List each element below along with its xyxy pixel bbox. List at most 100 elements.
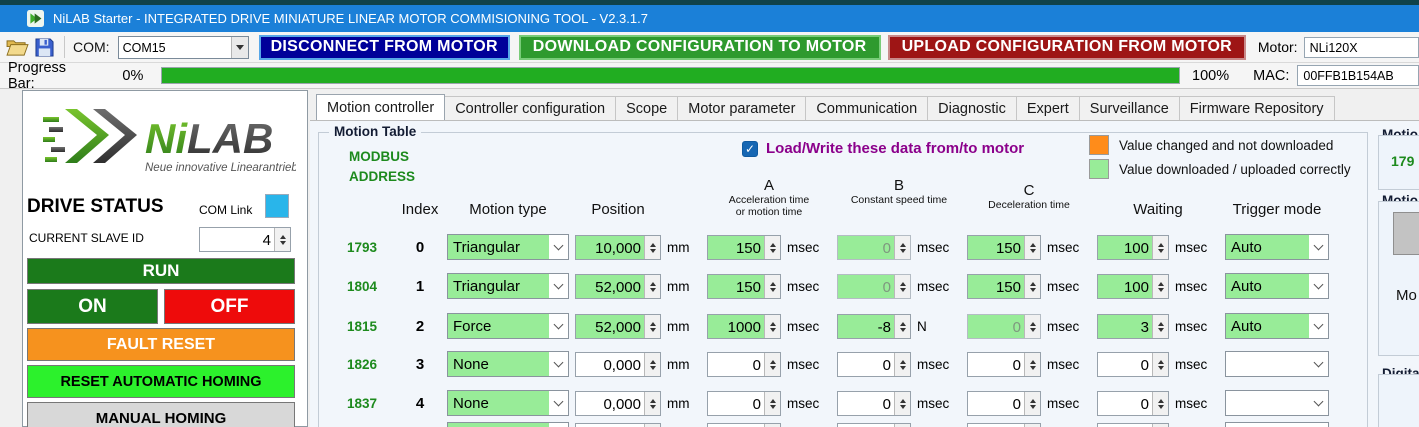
spinner-buttons[interactable] bbox=[644, 236, 660, 259]
deceleration-time-stepper[interactable]: 0 bbox=[967, 352, 1041, 377]
side-panel-2-button[interactable] bbox=[1393, 212, 1419, 255]
tab-communication[interactable]: Communication bbox=[806, 96, 928, 121]
constant-speed-time-stepper[interactable]: 0 bbox=[837, 391, 911, 416]
spinner-buttons[interactable] bbox=[644, 315, 660, 338]
side-panel-2-text: Mo bbox=[1396, 287, 1417, 304]
position-stepper[interactable]: 0,000 bbox=[575, 352, 661, 377]
progress-start-percent: 0% bbox=[122, 68, 143, 84]
motion-type-select[interactable] bbox=[447, 422, 569, 427]
waiting-stepper[interactable]: 0 bbox=[1097, 391, 1169, 416]
position-stepper[interactable]: 52,000 bbox=[575, 274, 661, 299]
spinner-buttons[interactable] bbox=[274, 228, 290, 251]
spinner-buttons[interactable] bbox=[1024, 353, 1040, 376]
deceleration-time-stepper[interactable]: 150 bbox=[967, 235, 1041, 260]
com-port-select[interactable]: COM15 bbox=[118, 36, 249, 59]
spinner-buttons[interactable] bbox=[894, 315, 910, 338]
constant-speed-time-stepper[interactable]: -8 bbox=[837, 314, 911, 339]
spinner-buttons[interactable] bbox=[644, 275, 660, 298]
position-stepper[interactable]: 52,000 bbox=[575, 314, 661, 339]
position-stepper[interactable]: 0,000 bbox=[575, 391, 661, 416]
tab-surveillance[interactable]: Surveillance bbox=[1080, 96, 1180, 121]
motion-type-select[interactable]: Triangular bbox=[447, 234, 569, 260]
chevron-down-icon[interactable] bbox=[231, 37, 248, 58]
spinner-buttons[interactable] bbox=[1024, 275, 1040, 298]
open-file-icon[interactable] bbox=[6, 38, 29, 57]
deceleration-time-stepper[interactable]: 0 bbox=[967, 391, 1041, 416]
tab-expert[interactable]: Expert bbox=[1017, 96, 1080, 121]
spinner-buttons[interactable] bbox=[764, 392, 780, 415]
spinner-buttons[interactable] bbox=[1152, 392, 1168, 415]
spinner-buttons[interactable] bbox=[894, 236, 910, 259]
acceleration-time-stepper[interactable]: 150 bbox=[707, 235, 781, 260]
acceleration-time-stepper[interactable] bbox=[707, 423, 781, 427]
motion-type-select[interactable]: None bbox=[447, 390, 569, 416]
spinner-buttons[interactable] bbox=[764, 353, 780, 376]
constant-speed-time-stepper[interactable]: 0 bbox=[837, 274, 911, 299]
tab-diagnostic[interactable]: Diagnostic bbox=[928, 96, 1017, 121]
spinner-buttons[interactable] bbox=[1024, 392, 1040, 415]
fault-reset-button[interactable]: FAULT RESET bbox=[27, 328, 295, 361]
trigger-mode-select[interactable] bbox=[1225, 422, 1329, 427]
manual-homing-button[interactable]: MANUAL HOMING bbox=[27, 402, 295, 427]
motion-type-select[interactable]: None bbox=[447, 351, 569, 377]
spinner-buttons[interactable] bbox=[894, 392, 910, 415]
on-button[interactable]: ON bbox=[27, 289, 158, 324]
trigger-mode-select[interactable]: Auto bbox=[1225, 234, 1329, 260]
acceleration-time-stepper[interactable]: 0 bbox=[707, 352, 781, 377]
waiting-stepper[interactable]: 100 bbox=[1097, 235, 1169, 260]
acceleration-time-stepper[interactable]: 1000 bbox=[707, 314, 781, 339]
waiting-stepper[interactable]: 100 bbox=[1097, 274, 1169, 299]
tab-motion-controller[interactable]: Motion controller bbox=[316, 94, 445, 121]
spinner-buttons[interactable] bbox=[1152, 236, 1168, 259]
constant-speed-time-stepper[interactable] bbox=[837, 423, 911, 427]
upload-configuration-button[interactable]: UPLOAD CONFIGURATION FROM MOTOR bbox=[888, 35, 1246, 60]
acceleration-time-stepper[interactable]: 0 bbox=[707, 391, 781, 416]
spinner-buttons[interactable] bbox=[644, 353, 660, 376]
current-slave-id-stepper[interactable]: 4 bbox=[199, 227, 291, 252]
spinner-buttons[interactable] bbox=[894, 353, 910, 376]
spinner-buttons[interactable] bbox=[1152, 315, 1168, 338]
trigger-mode-select[interactable] bbox=[1225, 351, 1329, 377]
com-link-indicator bbox=[265, 194, 289, 218]
waiting-stepper[interactable]: 0 bbox=[1097, 352, 1169, 377]
spinner-buttons[interactable] bbox=[764, 236, 780, 259]
motion-type-select[interactable]: Triangular bbox=[447, 273, 569, 299]
deceleration-time-stepper[interactable]: 150 bbox=[967, 274, 1041, 299]
position-stepper[interactable] bbox=[575, 423, 661, 427]
tab-motor-parameter[interactable]: Motor parameter bbox=[678, 96, 806, 121]
motor-field[interactable]: NLi120X bbox=[1304, 37, 1419, 58]
deceleration-time-stepper[interactable] bbox=[967, 423, 1041, 427]
deceleration-time-stepper[interactable]: 0 bbox=[967, 314, 1041, 339]
tab-firmware-repository[interactable]: Firmware Repository bbox=[1180, 96, 1335, 121]
spinner-buttons[interactable] bbox=[764, 315, 780, 338]
motion-type-select[interactable]: Force bbox=[447, 313, 569, 339]
waiting-stepper[interactable]: 3 bbox=[1097, 314, 1169, 339]
load-write-checkbox[interactable]: ✓ bbox=[742, 141, 758, 157]
waiting-stepper[interactable] bbox=[1097, 423, 1169, 427]
spinner-buttons[interactable] bbox=[1024, 236, 1040, 259]
spinner-buttons[interactable] bbox=[764, 275, 780, 298]
reset-automatic-homing-button[interactable]: RESET AUTOMATIC HOMING bbox=[27, 365, 295, 398]
trigger-mode-select[interactable]: Auto bbox=[1225, 273, 1329, 299]
run-button[interactable]: RUN bbox=[27, 258, 295, 284]
trigger-mode-select[interactable]: Auto bbox=[1225, 313, 1329, 339]
tab-scope[interactable]: Scope bbox=[616, 96, 678, 121]
logo-text-lab: LAB bbox=[187, 115, 273, 162]
off-button[interactable]: OFF bbox=[164, 289, 295, 324]
download-configuration-button[interactable]: DOWNLOAD CONFIGURATION TO MOTOR bbox=[519, 35, 881, 60]
constant-speed-time-stepper[interactable]: 0 bbox=[837, 352, 911, 377]
spinner-buttons[interactable] bbox=[1152, 275, 1168, 298]
spinner-buttons[interactable] bbox=[644, 392, 660, 415]
mac-field[interactable]: 00FFB1B154AB bbox=[1297, 65, 1419, 86]
spinner-buttons[interactable] bbox=[894, 275, 910, 298]
trigger-mode-select[interactable] bbox=[1225, 390, 1329, 416]
position-stepper[interactable]: 10,000 bbox=[575, 235, 661, 260]
disconnect-from-motor-button[interactable]: DISCONNECT FROM MOTOR bbox=[259, 35, 510, 60]
acceleration-time-stepper[interactable]: 150 bbox=[707, 274, 781, 299]
tab-controller-configuration[interactable]: Controller configuration bbox=[445, 96, 616, 121]
spinner-buttons[interactable] bbox=[1152, 353, 1168, 376]
tab-bar: Motion controller Controller configurati… bbox=[316, 94, 1335, 121]
spinner-buttons[interactable] bbox=[1024, 315, 1040, 338]
constant-speed-time-stepper[interactable]: 0 bbox=[837, 235, 911, 260]
save-icon[interactable] bbox=[35, 38, 54, 57]
